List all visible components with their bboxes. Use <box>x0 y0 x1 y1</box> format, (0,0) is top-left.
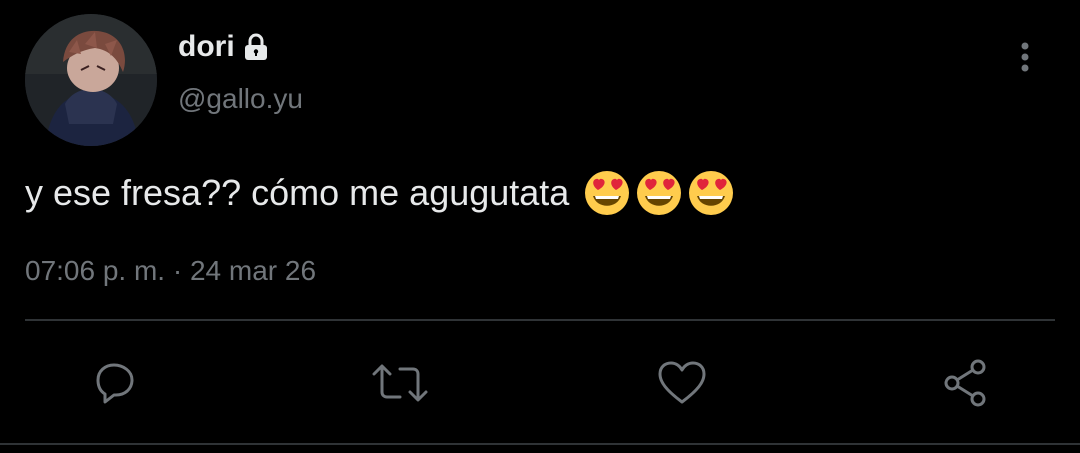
user-handle[interactable]: @gallo.yu <box>178 82 303 116</box>
heart-icon[interactable] <box>656 358 706 408</box>
bottom-divider <box>0 443 1080 445</box>
tweet-text: y ese fresa?? cómo me agugutata <box>25 172 570 213</box>
display-name-row[interactable]: dori <box>178 30 269 64</box>
more-vertical-icon[interactable] <box>1010 38 1040 78</box>
heart-eyes-emoji-icon <box>687 169 735 217</box>
meta-separator: · <box>172 255 183 286</box>
tweet-time: 07:06 p. m. <box>25 255 166 286</box>
avatar[interactable] <box>25 14 157 146</box>
divider <box>25 319 1055 321</box>
display-name: dori <box>178 30 235 63</box>
share-icon[interactable] <box>940 358 990 408</box>
tweet-text-row: y ese fresa?? cómo me agugutata <box>25 168 735 218</box>
tweet-meta: 07:06 p. m. · 24 mar 26 <box>25 254 316 288</box>
retweet-icon[interactable] <box>370 358 428 408</box>
emoji-group <box>583 169 735 217</box>
heart-eyes-emoji-icon <box>635 169 683 217</box>
lock-icon <box>243 33 269 61</box>
reply-icon[interactable] <box>90 358 140 408</box>
tweet-date: 24 mar 26 <box>189 255 317 286</box>
heart-eyes-emoji-icon <box>583 169 631 217</box>
